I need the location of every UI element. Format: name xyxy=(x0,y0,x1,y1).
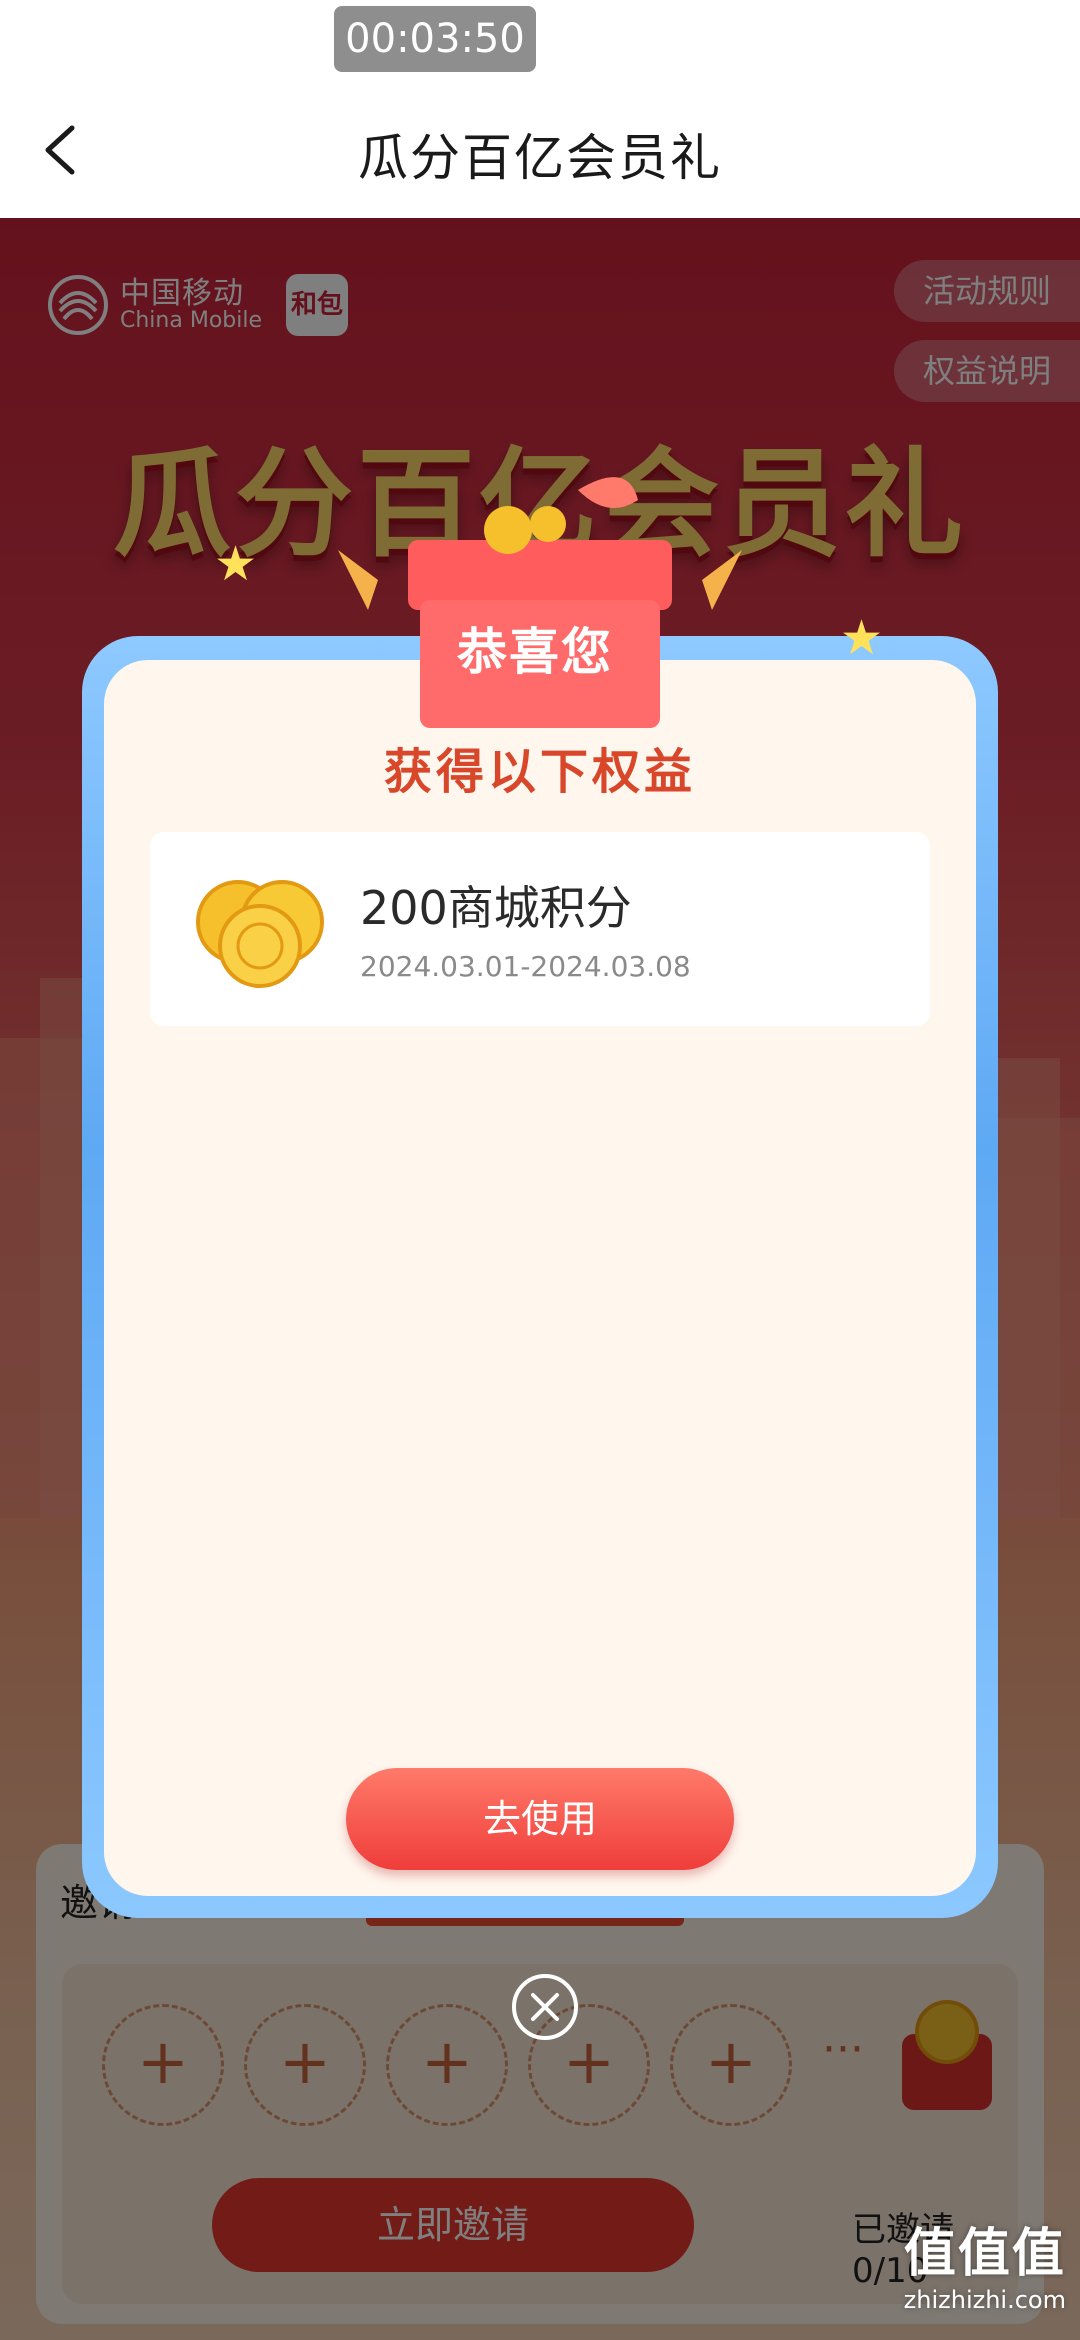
coins-icon xyxy=(196,880,324,988)
reward-card: 200商城积分 2024.03.01-2024.03.08 xyxy=(150,832,930,1026)
close-modal-button[interactable] xyxy=(512,1974,578,2040)
modal-subtitle: 获得以下权益 xyxy=(383,744,696,800)
watermark-url: zhizhizhi.com xyxy=(903,2286,1066,2314)
congratulations-badge: 恭喜您 xyxy=(457,623,613,681)
app-header: 瓜分百亿会员礼 xyxy=(0,0,1080,218)
gift-box-icon xyxy=(338,477,742,728)
reward-name: 200商城积分 xyxy=(360,881,632,935)
use-now-button[interactable]: 去使用 xyxy=(346,1768,734,1870)
reward-validity-date: 2024.03.01-2024.03.08 xyxy=(360,950,691,983)
star-icon: ★ xyxy=(214,536,258,592)
star-icon: ★ xyxy=(840,610,884,666)
page-title: 瓜分百亿会员礼 xyxy=(358,129,722,187)
close-icon xyxy=(531,1993,559,2021)
recording-timer: 00:03:50 xyxy=(334,6,536,72)
watermark: 值值值 zhizhizhi.com xyxy=(904,2211,1066,2314)
watermark-chinese: 值值值 xyxy=(903,2224,1066,2284)
